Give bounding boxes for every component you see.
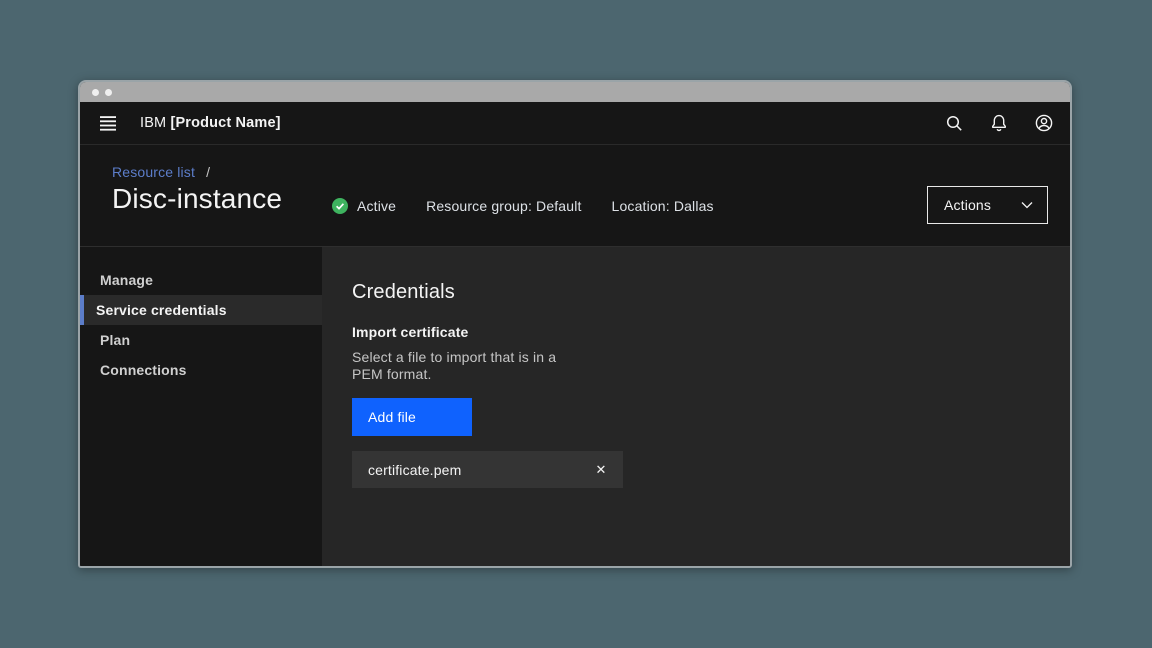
sidebar-item-connections[interactable]: Connections xyxy=(80,355,322,385)
sidebar-item-manage[interactable]: Manage xyxy=(80,265,322,295)
hamburger-icon xyxy=(98,113,118,133)
app-header: IBM [Product Name] xyxy=(80,102,1070,145)
page-header: Resource list / Disc-instance Active Res… xyxy=(80,145,1070,246)
file-name: certificate.pem xyxy=(368,462,461,478)
user-avatar-icon xyxy=(1034,113,1054,133)
content-heading: Credentials xyxy=(352,279,1070,305)
location-label: Location: Dallas xyxy=(612,198,714,214)
header-global-actions xyxy=(940,109,1058,137)
menu-button[interactable] xyxy=(94,109,122,137)
window-control-dot[interactable] xyxy=(105,89,112,96)
window-titlebar[interactable] xyxy=(80,82,1070,102)
brand-product-name: [Product Name] xyxy=(170,115,280,131)
actions-button[interactable]: Actions xyxy=(927,186,1048,224)
breadcrumb-link-resource-list[interactable]: Resource list xyxy=(112,164,195,180)
chevron-down-icon xyxy=(1021,201,1033,209)
sidebar: Manage Service credentials Plan Connecti… xyxy=(80,247,322,566)
close-icon: ✕ xyxy=(596,462,607,478)
account-button[interactable] xyxy=(1030,109,1058,137)
notifications-button[interactable] xyxy=(985,109,1013,137)
header-brand-link[interactable]: IBM [Product Name] xyxy=(140,115,281,131)
status-row: Active Resource group: Default Location:… xyxy=(332,195,714,216)
remove-file-button[interactable]: ✕ xyxy=(587,456,615,484)
bell-icon xyxy=(989,113,1009,133)
check-circle-icon xyxy=(332,198,348,214)
resource-group-label: Resource group: Default xyxy=(426,198,581,214)
add-file-button[interactable]: Add file xyxy=(352,398,472,436)
window-control-dot[interactable] xyxy=(92,89,99,96)
sidebar-item-plan[interactable]: Plan xyxy=(80,325,322,355)
sidebar-item-service-credentials[interactable]: Service credentials xyxy=(80,295,322,325)
brand-prefix: IBM xyxy=(140,115,166,131)
search-button[interactable] xyxy=(940,109,968,137)
actions-label: Actions xyxy=(944,197,991,213)
status-label: Active xyxy=(357,198,396,214)
status-active: Active xyxy=(332,198,396,214)
page-body: Manage Service credentials Plan Connecti… xyxy=(80,246,1070,566)
breadcrumb: Resource list / xyxy=(112,163,1070,181)
import-certificate-title: Import certificate xyxy=(352,323,1070,341)
search-icon xyxy=(944,113,964,133)
breadcrumb-separator: / xyxy=(206,164,210,180)
content-panel: Credentials Import certificate Select a … xyxy=(322,247,1070,566)
import-description: Select a file to import that is in a PEM… xyxy=(352,349,567,383)
uploaded-file-tile: certificate.pem ✕ xyxy=(352,451,623,488)
app-window: IBM [Product Name] xyxy=(78,80,1072,568)
